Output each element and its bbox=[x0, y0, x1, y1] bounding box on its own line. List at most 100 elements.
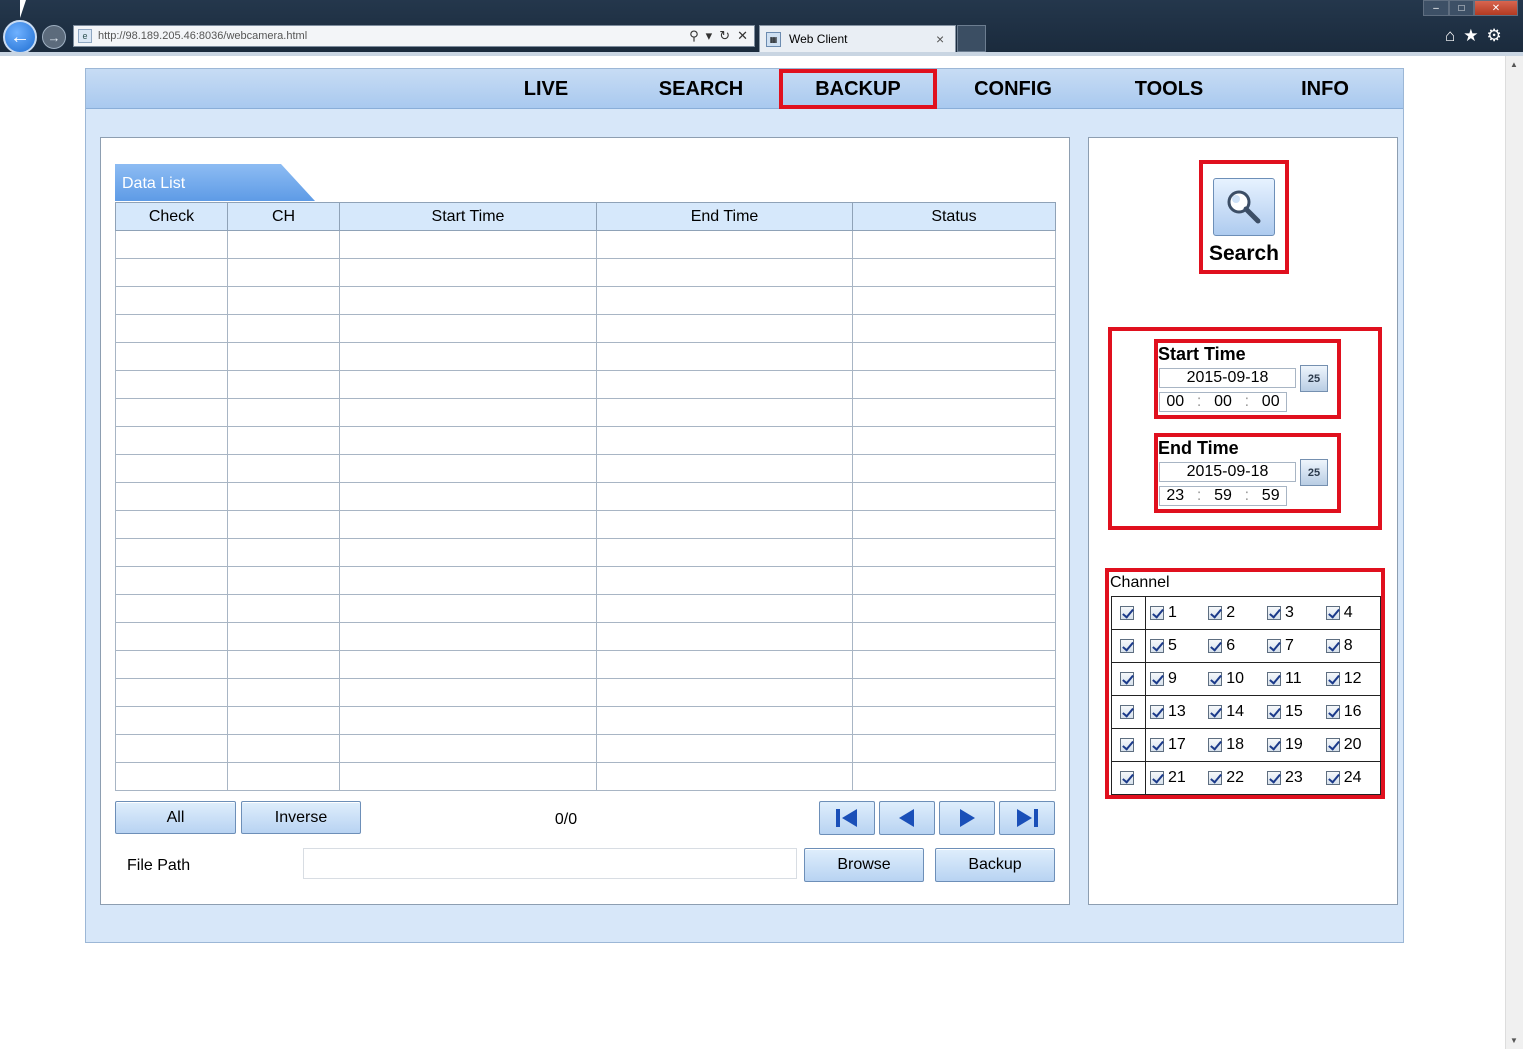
checkbox-checked-icon[interactable] bbox=[1119, 770, 1134, 785]
channel-checkbox[interactable]: 9 bbox=[1145, 662, 1205, 696]
checkbox-checked-icon[interactable] bbox=[1267, 704, 1281, 719]
channel-checkbox[interactable]: 11 bbox=[1263, 662, 1322, 696]
channel-checkbox[interactable]: 6 bbox=[1204, 629, 1263, 663]
checkbox-checked-icon[interactable] bbox=[1325, 737, 1340, 752]
start-second[interactable]: 00 bbox=[1262, 393, 1280, 411]
column-header-start-time[interactable]: Start Time bbox=[339, 202, 597, 231]
row-select-checkbox[interactable] bbox=[1111, 662, 1146, 696]
channel-checkbox[interactable]: 22 bbox=[1204, 761, 1263, 795]
checkbox-checked-icon[interactable] bbox=[1119, 605, 1134, 620]
channel-checkbox[interactable]: 18 bbox=[1204, 728, 1263, 762]
column-header-ch[interactable]: CH bbox=[227, 202, 340, 231]
scroll-up-icon[interactable]: ▲ bbox=[1510, 60, 1518, 69]
checkbox-checked-icon[interactable] bbox=[1267, 671, 1281, 686]
start-hour[interactable]: 00 bbox=[1166, 393, 1184, 411]
stop-icon[interactable]: ✕ bbox=[737, 28, 748, 44]
checkbox-checked-icon[interactable] bbox=[1325, 770, 1340, 785]
inverse-selection-button[interactable]: Inverse bbox=[241, 801, 361, 834]
row-select-checkbox[interactable] bbox=[1111, 695, 1146, 729]
table-row[interactable] bbox=[115, 230, 1056, 259]
checkbox-checked-icon[interactable] bbox=[1267, 737, 1281, 752]
maximize-button[interactable]: □ bbox=[1449, 0, 1474, 16]
table-row[interactable] bbox=[115, 454, 1056, 483]
backup-button[interactable]: Backup bbox=[935, 848, 1055, 882]
column-header-status[interactable]: Status bbox=[852, 202, 1056, 231]
table-row[interactable] bbox=[115, 286, 1056, 315]
channel-checkbox[interactable]: 19 bbox=[1263, 728, 1322, 762]
checkbox-checked-icon[interactable] bbox=[1119, 737, 1134, 752]
home-icon[interactable]: ⌂ bbox=[1445, 26, 1455, 46]
search-icon[interactable]: ⚲ bbox=[689, 28, 699, 44]
menu-tools[interactable]: TOOLS bbox=[1109, 69, 1229, 109]
checkbox-checked-icon[interactable] bbox=[1119, 671, 1134, 686]
channel-checkbox[interactable]: 1 bbox=[1145, 596, 1205, 630]
table-row[interactable] bbox=[115, 510, 1056, 539]
address-bar[interactable]: e http://98.189.205.46:8036/webcamera.ht… bbox=[73, 25, 755, 47]
channel-checkbox[interactable]: 15 bbox=[1263, 695, 1322, 729]
checkbox-checked-icon[interactable] bbox=[1208, 737, 1223, 752]
channel-checkbox[interactable]: 17 bbox=[1145, 728, 1205, 762]
table-row[interactable] bbox=[115, 734, 1056, 763]
search-button[interactable] bbox=[1213, 178, 1275, 236]
browse-button[interactable]: Browse bbox=[804, 848, 924, 882]
checkbox-checked-icon[interactable] bbox=[1208, 605, 1223, 620]
channel-checkbox[interactable]: 12 bbox=[1321, 662, 1381, 696]
minimize-button[interactable]: – bbox=[1423, 0, 1449, 16]
checkbox-checked-icon[interactable] bbox=[1150, 704, 1164, 719]
checkbox-checked-icon[interactable] bbox=[1267, 638, 1281, 653]
channel-checkbox[interactable]: 13 bbox=[1145, 695, 1205, 729]
table-row[interactable] bbox=[115, 622, 1056, 651]
channel-checkbox[interactable]: 21 bbox=[1145, 761, 1205, 795]
menu-config[interactable]: CONFIG bbox=[953, 69, 1073, 109]
checkbox-checked-icon[interactable] bbox=[1150, 638, 1164, 653]
menu-search[interactable]: SEARCH bbox=[641, 69, 761, 109]
row-select-checkbox[interactable] bbox=[1111, 761, 1146, 795]
checkbox-checked-icon[interactable] bbox=[1208, 704, 1223, 719]
vertical-scrollbar[interactable]: ▲ ▼ bbox=[1505, 56, 1523, 1049]
new-tab-button[interactable] bbox=[957, 25, 986, 52]
row-select-checkbox[interactable] bbox=[1111, 629, 1146, 663]
start-date-field[interactable]: 2015-09-18 bbox=[1159, 368, 1296, 388]
end-date-field[interactable]: 2015-09-18 bbox=[1159, 462, 1296, 482]
channel-checkbox[interactable]: 5 bbox=[1145, 629, 1205, 663]
checkbox-checked-icon[interactable] bbox=[1325, 704, 1340, 719]
refresh-icon[interactable]: ↻ bbox=[719, 28, 730, 44]
table-row[interactable] bbox=[115, 538, 1056, 567]
channel-checkbox[interactable]: 16 bbox=[1321, 695, 1381, 729]
end-time-field[interactable]: 23 : 59 : 59 bbox=[1159, 486, 1287, 506]
checkbox-checked-icon[interactable] bbox=[1325, 638, 1340, 653]
table-row[interactable] bbox=[115, 762, 1056, 791]
row-select-checkbox[interactable] bbox=[1111, 596, 1146, 630]
table-row[interactable] bbox=[115, 398, 1056, 427]
channel-checkbox[interactable]: 23 bbox=[1263, 761, 1322, 795]
channel-checkbox[interactable]: 14 bbox=[1204, 695, 1263, 729]
search-button-label[interactable]: Search bbox=[1203, 242, 1285, 266]
end-second[interactable]: 59 bbox=[1262, 487, 1280, 505]
start-calendar-icon[interactable]: 25 bbox=[1300, 365, 1328, 392]
table-row[interactable] bbox=[115, 370, 1056, 399]
column-header-check[interactable]: Check bbox=[115, 202, 228, 231]
end-hour[interactable]: 23 bbox=[1166, 487, 1184, 505]
start-time-field[interactable]: 00 : 00 : 00 bbox=[1159, 392, 1287, 412]
channel-checkbox[interactable]: 2 bbox=[1204, 596, 1263, 630]
settings-gear-icon[interactable]: ⚙ bbox=[1487, 26, 1502, 46]
checkbox-checked-icon[interactable] bbox=[1267, 605, 1281, 620]
table-row[interactable] bbox=[115, 258, 1056, 287]
end-calendar-icon[interactable]: 25 bbox=[1300, 459, 1328, 486]
checkbox-checked-icon[interactable] bbox=[1208, 671, 1223, 686]
checkbox-checked-icon[interactable] bbox=[1267, 770, 1281, 785]
menu-info[interactable]: INFO bbox=[1265, 69, 1385, 109]
last-page-button[interactable] bbox=[999, 801, 1055, 835]
channel-checkbox[interactable]: 8 bbox=[1321, 629, 1381, 663]
end-minute[interactable]: 59 bbox=[1214, 487, 1232, 505]
scroll-down-icon[interactable]: ▼ bbox=[1510, 1036, 1518, 1045]
checkbox-checked-icon[interactable] bbox=[1119, 704, 1134, 719]
menu-backup[interactable]: BACKUP bbox=[779, 69, 937, 109]
channel-checkbox[interactable]: 24 bbox=[1321, 761, 1381, 795]
table-row[interactable] bbox=[115, 566, 1056, 595]
first-page-button[interactable] bbox=[819, 801, 875, 835]
close-window-button[interactable]: ✕ bbox=[1474, 0, 1518, 16]
channel-checkbox[interactable]: 20 bbox=[1321, 728, 1381, 762]
column-header-end-time[interactable]: End Time bbox=[596, 202, 853, 231]
file-path-input[interactable] bbox=[303, 848, 797, 879]
